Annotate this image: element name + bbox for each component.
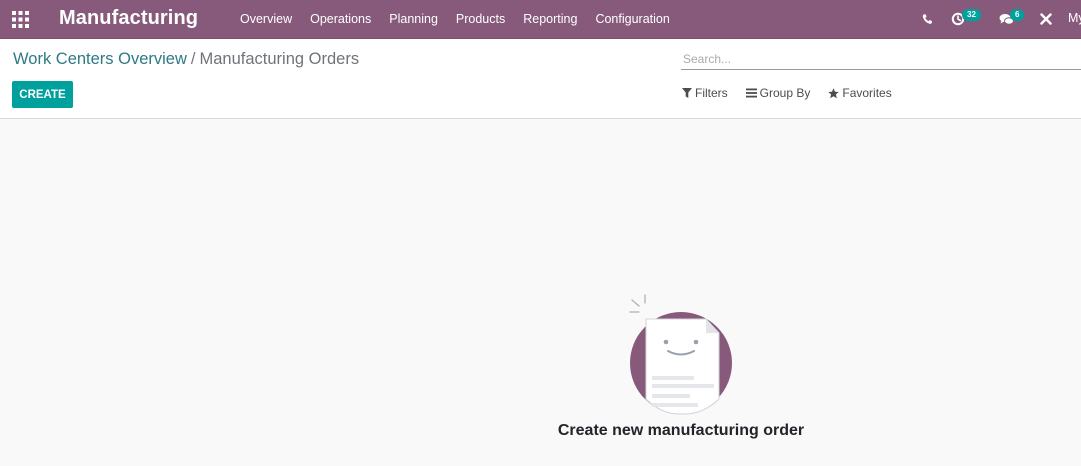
menu-reporting[interactable]: Reporting — [514, 0, 586, 39]
menu-planning[interactable]: Planning — [380, 0, 447, 39]
filter-icon — [682, 88, 692, 98]
favorites-label: Favorites — [842, 86, 892, 100]
activities-count-badge: 32 — [962, 9, 981, 21]
menu-overview[interactable]: Overview — [231, 0, 301, 39]
group-by-label: Group By — [759, 86, 811, 100]
phone-icon — [922, 14, 932, 24]
no-content-helper: Create new manufacturing order — [0, 119, 1081, 466]
breadcrumb-current: Manufacturing Orders — [199, 50, 360, 68]
close-tools-icon — [1040, 13, 1052, 25]
messages-button[interactable]: 6 — [999, 9, 1029, 29]
app-brand[interactable]: Manufacturing — [59, 7, 198, 30]
main-menu: Overview Operations Planning Products Re… — [231, 0, 679, 39]
top-navbar: Manufacturing Overview Operations Planni… — [0, 0, 1081, 39]
group-by-dropdown[interactable]: Group By — [745, 86, 811, 100]
breadcrumb: Work Centers Overview / Manufacturing Orde… — [13, 50, 359, 69]
activities-button[interactable]: 32 — [951, 9, 985, 29]
breadcrumb-separator: / — [190, 50, 196, 68]
menu-operations[interactable]: Operations — [301, 0, 380, 39]
messages-count-badge: 6 — [1010, 9, 1025, 21]
voip-button[interactable] — [921, 9, 933, 29]
favorites-dropdown[interactable]: Favorites — [828, 86, 892, 100]
search-input[interactable] — [681, 48, 1081, 70]
breadcrumb-parent-link[interactable]: Work Centers Overview — [13, 50, 187, 68]
user-menu[interactable]: My — [1068, 11, 1081, 25]
debug-tools-button[interactable] — [1040, 9, 1052, 29]
menu-configuration[interactable]: Configuration — [586, 0, 678, 39]
bars-icon — [745, 88, 757, 98]
create-button[interactable]: CREATE — [12, 81, 73, 108]
star-icon — [828, 87, 840, 98]
empty-state-title: Create new manufacturing order — [557, 422, 805, 439]
menu-products[interactable]: Products — [447, 0, 514, 39]
smiling-document-illustration — [629, 294, 732, 415]
filters-dropdown[interactable]: Filters — [682, 86, 728, 100]
control-panel: Work Centers Overview / Manufacturing Orde… — [0, 39, 1081, 119]
apps-grid-icon[interactable] — [12, 11, 29, 28]
filters-label: Filters — [695, 86, 728, 100]
search-options: Filters Group By Favorites — [682, 86, 910, 100]
